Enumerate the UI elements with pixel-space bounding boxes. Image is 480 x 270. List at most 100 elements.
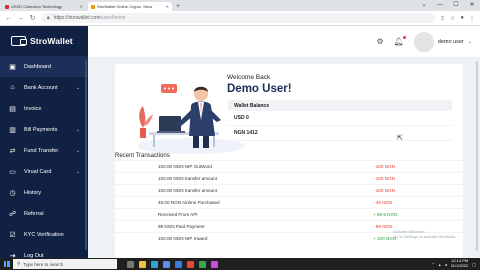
balance-usd: USD 0 xyxy=(228,111,452,126)
sidebar-item-label: Bill Payments xyxy=(24,126,58,133)
chevron-down-icon: ⌄ xyxy=(75,126,80,133)
sidebar-item-label: Dashboard xyxy=(24,63,51,70)
tab-label: USSD Collection Technology xyxy=(11,4,63,9)
sidebar-item-fund-transfer[interactable]: ⇄ Fund Transfer ⌄ xyxy=(0,140,88,161)
welcome-text: Welcome Back xyxy=(227,74,271,81)
start-button[interactable] xyxy=(0,258,13,270)
notification-bell-icon[interactable]: 🔔︎ xyxy=(394,36,406,46)
store-icon[interactable] xyxy=(163,260,170,268)
edge-icon[interactable] xyxy=(151,260,158,268)
search-placeholder: Type here to search xyxy=(23,261,64,267)
sidebar-item-invoice[interactable]: ▤ Invoice xyxy=(0,98,88,119)
table-row: 46.00 NGN Airtime Purchased - 46 NGN xyxy=(115,196,463,208)
sidebar-item-label: Bank Account xyxy=(24,84,58,91)
chevron-down-icon: ⌄ xyxy=(467,38,472,45)
settings-gear-icon[interactable]: ⚙ xyxy=(376,37,383,46)
transaction-description: Received From API xyxy=(158,212,198,217)
system-tray: ⌃ ▴ ◂ 12:14 PM 11/1/2022 ▢ xyxy=(431,259,480,268)
lock-icon: 🔒︎ xyxy=(47,15,50,21)
sidebar-item-dashboard[interactable]: ▣ Dashboard xyxy=(0,56,88,77)
recent-transactions-title: Recent Transactions xyxy=(115,153,170,159)
main-scrollbar[interactable] xyxy=(476,61,478,251)
browser-tab-strowallet[interactable]: StroWallet Online Crypto, Secu ✕ xyxy=(88,2,172,11)
window-controls: ⌄ — ☐ ✕ xyxy=(416,0,480,11)
share-icon[interactable]: ⇪ xyxy=(440,15,445,22)
reload-icon[interactable]: ↻ xyxy=(29,14,36,22)
sidebar-item-label: Fund Transfer xyxy=(24,147,59,154)
back-icon[interactable]: ← xyxy=(5,15,12,22)
table-row: Received From API + 99.5 NGN xyxy=(115,208,463,220)
bank-icon: ⌂ xyxy=(10,84,15,91)
balance-ngn: NGN 1412 xyxy=(228,126,452,141)
app-icon[interactable] xyxy=(199,260,206,268)
sidebar-item-history[interactable]: ◷ History xyxy=(0,182,88,203)
sidebar-item-log-out[interactable]: ⇥ Log Out xyxy=(0,245,88,259)
sidebar-item-bank-account[interactable]: ⌂ Bank Account ⌄ xyxy=(0,77,88,98)
history-icon: ◷ xyxy=(9,189,16,197)
wallet-balance-table: Wallet Balance USD 0 NGN 1412 xyxy=(228,100,452,141)
chevron-down-icon: ⌄ xyxy=(75,147,80,154)
taskbar-apps xyxy=(127,260,218,268)
clock[interactable]: 12:14 PM 11/1/2022 xyxy=(451,259,469,268)
chevron-up-icon[interactable]: ⌃ xyxy=(431,262,434,267)
transaction-description: 100.00 NGN transfer amount xyxy=(158,176,217,181)
transaction-description: 100.00 NGN NIP OutWord xyxy=(158,164,212,169)
transaction-description: 99 NGN Paid Payment xyxy=(158,224,205,229)
chrome-icon[interactable] xyxy=(187,260,194,268)
profile-icon[interactable]: ● xyxy=(460,15,464,21)
app-icon[interactable] xyxy=(211,260,218,268)
sidebar-menu: ▣ Dashboard ⌂ Bank Account ⌄ ▤ Invoice ▥ Bill Pa… xyxy=(0,56,88,258)
sidebar-item-kyc-verification[interactable]: ☑ KYC Verification xyxy=(0,224,88,245)
sidebar: StroWallet ▣ Dashboard ⌂ Bank Account ⌄ ▤ Invo… xyxy=(0,26,88,258)
user-name: demo user xyxy=(437,38,464,45)
windows-logo-icon xyxy=(3,261,10,267)
sidebar-item-virual-card[interactable]: ▭ Virual Card ⌄ xyxy=(0,161,88,182)
main-content: Welcome Back Demo User! Wallet Balance U… xyxy=(88,57,480,258)
tab-close-icon[interactable]: ✕ xyxy=(80,4,83,9)
tab-close-icon[interactable]: ✕ xyxy=(166,4,169,9)
user-menu[interactable]: demo user ⌄ xyxy=(413,31,472,52)
task-view-icon[interactable] xyxy=(127,260,134,268)
brand[interactable]: StroWallet xyxy=(0,26,88,56)
notification-center-icon[interactable]: ▢ xyxy=(472,262,476,267)
dashboard-card: Welcome Back Demo User! Wallet Balance U… xyxy=(115,64,463,258)
avatar xyxy=(413,31,434,52)
dashboard-icon: ▣ xyxy=(9,63,16,71)
kyc-icon: ☑ xyxy=(9,231,16,239)
forward-icon[interactable]: → xyxy=(17,15,24,22)
file-explorer-icon[interactable] xyxy=(139,260,146,268)
wallet-logo-icon xyxy=(11,36,27,46)
sidebar-item-referral[interactable]: ☍ Referral xyxy=(0,203,88,224)
maximize-icon[interactable]: ☐ xyxy=(448,0,464,11)
bill-icon: ▥ xyxy=(9,126,16,134)
watermark-subtitle: Go to Settings to activate Windows. xyxy=(393,234,457,239)
activate-windows-watermark: Activate Windows Go to Settings to activ… xyxy=(393,229,456,239)
minimize-icon[interactable]: — xyxy=(432,0,448,11)
bookmark-star-icon[interactable]: ☆ xyxy=(450,15,455,22)
volume-icon[interactable]: ◂ xyxy=(445,262,447,267)
browser-tab-ussd[interactable]: USSD Collection Technology ✕ xyxy=(2,2,86,11)
transaction-amount: - 100 NGN xyxy=(373,164,395,169)
transaction-amount: - 46 NGN xyxy=(373,200,393,205)
url-text: https://strowallet.com/user/home xyxy=(53,15,126,21)
wallet-balance-header: Wallet Balance xyxy=(228,100,452,111)
mail-icon[interactable] xyxy=(175,260,182,268)
sidebar-scrollbar[interactable] xyxy=(85,60,87,250)
new-tab-button[interactable]: + xyxy=(176,2,180,11)
menu-icon[interactable]: ⋮ xyxy=(469,15,475,22)
address-bar[interactable]: 🔒︎ https://strowallet.com/user/home xyxy=(41,13,435,23)
invoice-icon: ▤ xyxy=(9,105,16,113)
taskbar-search[interactable]: ⚲ Type here to search xyxy=(13,259,117,269)
network-icon[interactable]: ▴ xyxy=(439,262,441,267)
sidebar-item-bill-payments[interactable]: ▥ Bill Payments ⌄ xyxy=(0,119,88,140)
close-icon[interactable]: ✕ xyxy=(464,0,480,11)
top-header: ⚙ 🔔︎ demo user ⌄ xyxy=(88,26,480,57)
search-icon: ⚲ xyxy=(17,261,21,266)
table-row: 100.00 NGN NIP OutWord - 100 NGN xyxy=(115,160,463,172)
sidebar-item-label: History xyxy=(24,189,42,196)
transaction-description: 100.00 NGN NIP Inward xyxy=(158,236,208,241)
transaction-description: 46.00 NGN Airtime Purchased xyxy=(158,200,220,205)
table-row: 100.00 NGN transfer amount - 100 NGN xyxy=(115,172,463,184)
screen: USSD Collection Technology ✕ StroWallet … xyxy=(0,0,480,270)
chevron-down-icon[interactable]: ⌄ xyxy=(416,0,432,11)
